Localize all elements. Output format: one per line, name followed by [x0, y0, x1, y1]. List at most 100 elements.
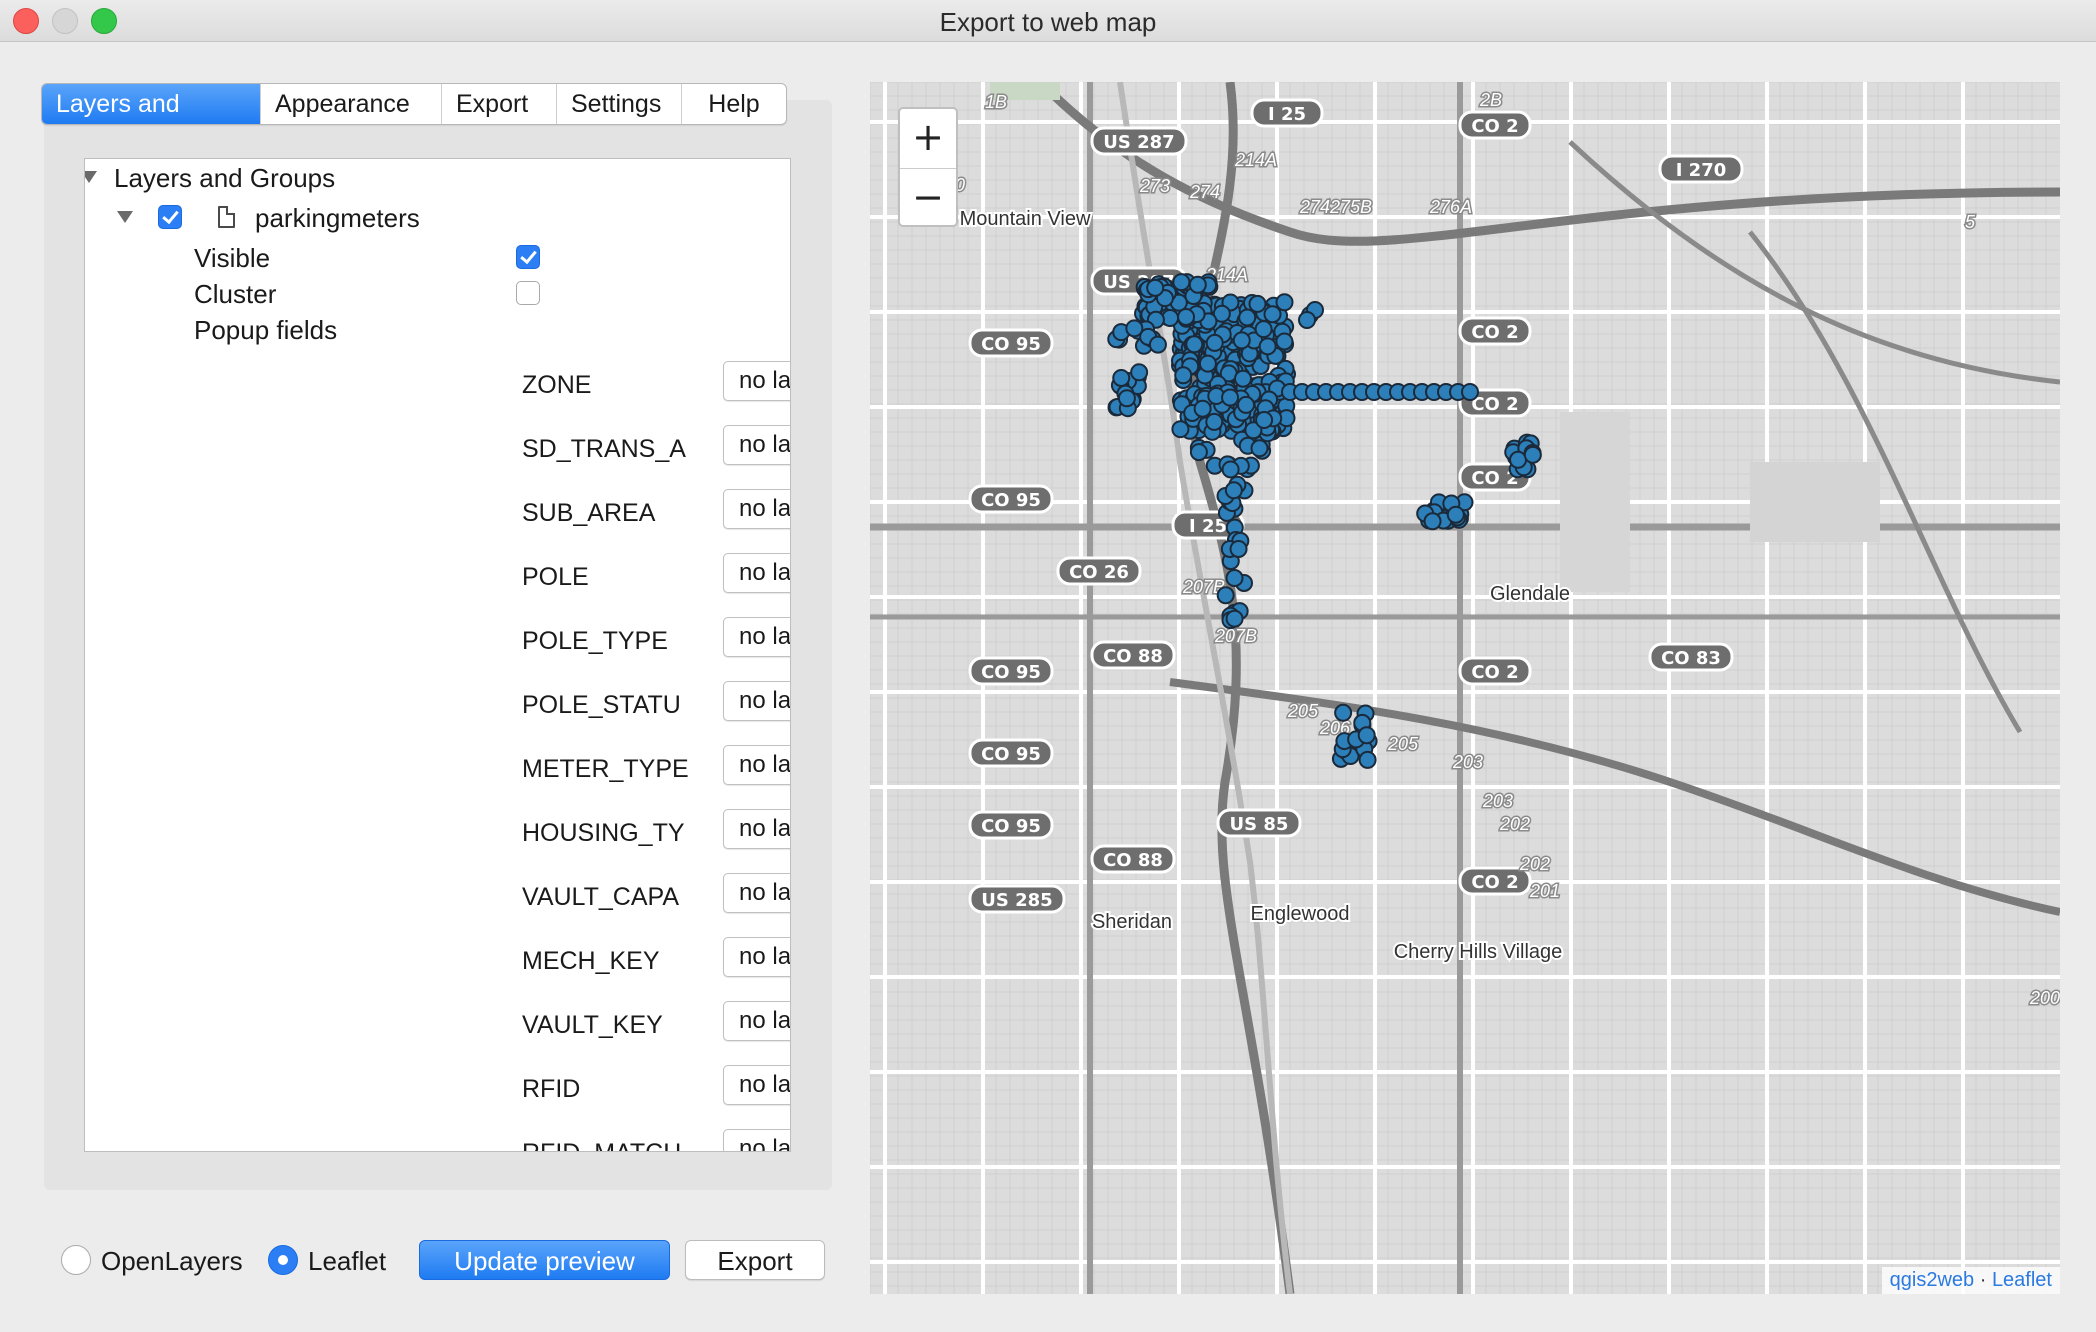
popup-field-label-select[interactable]: no la: [723, 745, 790, 785]
tab-export[interactable]: Export: [442, 84, 557, 124]
layer-checkbox[interactable]: [158, 205, 182, 229]
popup-field-label-select[interactable]: no la: [723, 937, 790, 977]
openlayers-radio[interactable]: [61, 1245, 91, 1275]
highway: [1568, 140, 2060, 385]
route-shield-label: CO 95: [981, 816, 1041, 837]
exit-number: 203: [1482, 791, 1513, 811]
place-label: Mountain View: [960, 208, 1091, 230]
route-shield-label: CO 26: [1069, 562, 1129, 583]
exit-number: 202: [1519, 854, 1550, 874]
layers-tree: Layers and Groups parkingmeters Visible …: [84, 158, 791, 1152]
visible-checkbox[interactable]: [516, 245, 540, 269]
parkingmeter-point: [1263, 305, 1282, 324]
place-label: Englewood: [1251, 903, 1350, 925]
parkingmeter-point: [1275, 332, 1294, 351]
popup-field-name: POLE_STATU: [522, 691, 681, 719]
popup-field-label-select[interactable]: no la: [723, 617, 790, 657]
route-shield-label: US 285: [981, 890, 1052, 911]
exit-number: 1B: [985, 92, 1007, 112]
parkingmeter-point: [1509, 450, 1528, 469]
popup-field-name: SD_TRANS_A: [522, 435, 686, 463]
leaflet-label: Leaflet: [308, 1246, 387, 1276]
popup-field-label-select[interactable]: no la: [723, 361, 790, 401]
parkingmeter-point: [1229, 539, 1248, 558]
popup-field-label-select[interactable]: no la: [723, 425, 790, 465]
popup-fields-label: Popup fields: [194, 315, 338, 345]
parkingmeter-point: [1188, 275, 1207, 294]
leaflet-link[interactable]: Leaflet: [1992, 1269, 2052, 1291]
exit-number: 5: [1965, 212, 1976, 232]
parkingmeter-point: [1148, 335, 1167, 354]
popup-field-label-select[interactable]: no la: [723, 681, 790, 721]
cluster-checkbox[interactable]: [516, 281, 540, 305]
parkingmeter-point: [1275, 293, 1294, 312]
layer-file-icon: [218, 206, 235, 228]
parkingmeter-point: [1125, 319, 1144, 338]
tab-appearance[interactable]: Appearance: [261, 84, 442, 124]
route-shield-label: CO 2: [1471, 872, 1518, 893]
exit-number: 276A: [1429, 197, 1472, 217]
parkingmeter-point: [1112, 368, 1131, 387]
leaflet-radio[interactable]: [268, 1245, 298, 1275]
parkingmeter-point: [1221, 388, 1240, 407]
parkingmeter-point: [1171, 420, 1190, 439]
update-preview-button[interactable]: Update preview: [419, 1240, 670, 1280]
route-shield-label: CO 83: [1661, 648, 1721, 669]
route-shield-label: CO 95: [981, 744, 1041, 765]
route-shield-label: I 270: [1676, 160, 1727, 181]
zoom-in-button[interactable]: +: [900, 109, 956, 169]
popup-field-name: POLE: [522, 563, 589, 591]
tree-root-label: Layers and Groups: [114, 163, 336, 193]
tab-settings[interactable]: Settings: [557, 84, 682, 124]
popup-field-label-select[interactable]: no la: [723, 1129, 790, 1151]
popup-field-name: ZONE: [522, 371, 592, 399]
popup-field-label-select[interactable]: no la: [723, 809, 790, 849]
route-shield-label: US 85: [1230, 814, 1289, 835]
tab-help[interactable]: Help: [682, 84, 786, 124]
zoom-out-button[interactable]: −: [900, 169, 956, 228]
exit-number: 273: [1139, 176, 1170, 196]
parkingmeter-point: [1250, 439, 1269, 458]
map-attribution: qgis2web · Leaflet: [1881, 1267, 2060, 1294]
map-preview[interactable]: I 25US 287CO 2I 270US 287CO 95CO 2CO 2CO…: [870, 82, 2060, 1294]
tab-layers-and-groups[interactable]: Layers and Groups: [42, 84, 261, 124]
popup-field-name: RFID_MATCH: [522, 1139, 681, 1151]
parkingmeter-point: [1258, 337, 1277, 356]
root-collapse-icon[interactable]: [85, 171, 97, 183]
exit-number: 205: [1387, 734, 1419, 754]
exit-number: 205: [1287, 701, 1319, 721]
popup-field-label-select[interactable]: no la: [723, 489, 790, 529]
parkingmeter-point: [1232, 331, 1251, 350]
popup-field-label-select[interactable]: no la: [723, 1065, 790, 1105]
exit-number: 275B: [1329, 197, 1372, 217]
qgis2web-link[interactable]: qgis2web: [1890, 1269, 1975, 1291]
popup-field-name: METER_TYPE: [522, 755, 689, 783]
popup-field-name: MECH_KEY: [522, 947, 660, 975]
parkingmeter-point: [1238, 308, 1257, 327]
window-title: Export to web map: [939, 7, 1157, 37]
layer-name: parkingmeters: [255, 203, 420, 233]
parkingmeter-point: [1130, 363, 1149, 382]
place-label: Glendale: [1490, 583, 1570, 605]
route-shield-label: CO 2: [1471, 322, 1518, 343]
popup-field-label-select[interactable]: no la: [723, 873, 790, 913]
parkingmeter-point: [1221, 460, 1240, 479]
popup-field-label-select[interactable]: no la: [723, 1001, 790, 1041]
openlayers-label: OpenLayers: [101, 1246, 243, 1276]
parkingmeter-point: [1205, 412, 1224, 431]
exit-number: 200: [2029, 988, 2060, 1008]
layer-collapse-icon[interactable]: [117, 211, 133, 223]
parkingmeter-point: [1358, 750, 1377, 769]
popup-field-label-select[interactable]: no la: [723, 553, 790, 593]
route-shield-label: I 25: [1268, 104, 1306, 125]
export-button[interactable]: Export: [685, 1240, 825, 1280]
route-shield-label: CO 95: [981, 490, 1041, 511]
parkingmeter-point: [1237, 395, 1256, 414]
parkingmeter-point: [1446, 505, 1465, 524]
title-bar: Export to web map: [0, 0, 2096, 42]
exit-number: 2B: [1479, 90, 1502, 110]
popup-field-name: VAULT_KEY: [522, 1011, 663, 1039]
route-shield-label: CO 88: [1103, 850, 1163, 871]
parkingmeter-point: [1177, 307, 1196, 326]
parkingmeter-point: [1225, 569, 1244, 588]
